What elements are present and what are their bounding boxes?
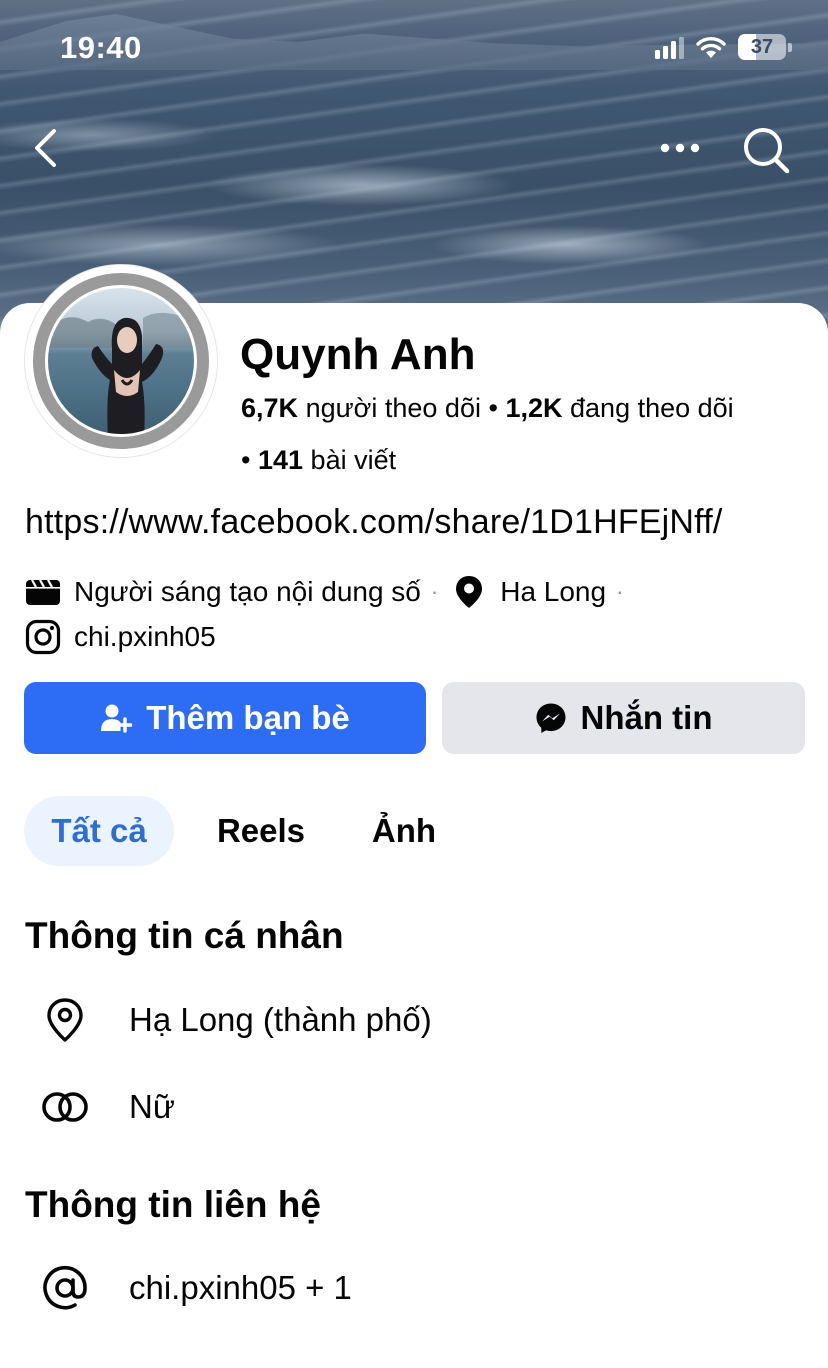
contact-info-title: Thông tin liên hệ bbox=[25, 1184, 321, 1225]
following-label[interactable]: đang theo dõi bbox=[570, 393, 734, 423]
city-text[interactable]: Hạ Long (thành phố) bbox=[129, 1001, 432, 1039]
more-icon[interactable] bbox=[656, 128, 704, 168]
messenger-icon bbox=[536, 703, 565, 733]
contact-instagram-text[interactable]: chi.pxinh05 + 1 bbox=[129, 1269, 352, 1307]
battery-level: 37 bbox=[750, 35, 774, 58]
separator-dot: · bbox=[430, 579, 439, 604]
followers-label[interactable]: người theo dõi bbox=[306, 393, 481, 423]
contact-instagram-row[interactable]: chi.pxinh05 + 1 bbox=[40, 1263, 352, 1313]
add-friend-icon bbox=[101, 704, 133, 733]
city-row[interactable]: Hạ Long (thành phố) bbox=[40, 995, 432, 1045]
stats-separator: • bbox=[241, 445, 258, 475]
separator-dot: · bbox=[616, 579, 624, 604]
clapperboard-icon bbox=[25, 574, 61, 610]
avatar-photo bbox=[48, 288, 194, 434]
tab-all[interactable]: Tất cả bbox=[24, 796, 174, 866]
message-button[interactable]: Nhắn tin bbox=[442, 682, 805, 754]
followers-count[interactable]: 6,7K bbox=[241, 393, 298, 423]
tab-photos[interactable]: Ảnh bbox=[350, 796, 458, 866]
profile-name: Quynh Anh bbox=[240, 330, 476, 379]
at-sign-icon bbox=[40, 1263, 90, 1313]
posts-count: 141 bbox=[257, 445, 304, 475]
instagram-handle[interactable]: chi.pxinh05 bbox=[74, 621, 216, 653]
search-icon[interactable] bbox=[740, 124, 792, 176]
avatar[interactable] bbox=[33, 273, 209, 449]
tab-reels[interactable]: Reels bbox=[196, 796, 326, 866]
back-icon[interactable] bbox=[26, 126, 66, 170]
status-indicators: 37 bbox=[655, 34, 792, 60]
status-time: 19:40 bbox=[60, 30, 142, 65]
location-text[interactable]: Ha Long bbox=[500, 576, 606, 608]
profile-page: 19:40 37 Quynh Anh 6,7K người theo dõi •… bbox=[0, 0, 828, 1368]
add-friend-button[interactable]: Thêm bạn bè bbox=[24, 682, 426, 754]
battery-icon: 37 bbox=[738, 34, 786, 60]
personal-info-title: Thông tin cá nhân bbox=[25, 915, 344, 956]
add-friend-label: Thêm bạn bè bbox=[146, 699, 350, 736]
location-pin-outline-icon bbox=[40, 995, 90, 1045]
category-text: Người sáng tạo nội dung số bbox=[74, 576, 421, 607]
intro-row: Người sáng tạo nội dung số · Ha Long · bbox=[25, 574, 633, 610]
gender-icon bbox=[40, 1082, 90, 1132]
instagram-icon bbox=[25, 619, 61, 655]
posts-stats: • 141 bài viết bbox=[241, 445, 396, 476]
avatar-figure bbox=[48, 312, 194, 434]
gender-text: Nữ bbox=[129, 1088, 175, 1125]
message-label: Nhắn tin bbox=[580, 699, 713, 736]
stats-separator: • bbox=[488, 393, 506, 423]
profile-link[interactable]: https://www.facebook.com/share/1D1HFEjNf… bbox=[25, 503, 723, 542]
gender-row: Nữ bbox=[40, 1082, 175, 1132]
battery-nub bbox=[788, 42, 792, 52]
wifi-icon bbox=[696, 37, 726, 58]
posts-label: bài viết bbox=[310, 445, 397, 475]
follow-stats: 6,7K người theo dõi • 1,2K đang theo dõi bbox=[241, 393, 734, 424]
cellular-signal-icon bbox=[655, 35, 684, 59]
following-count[interactable]: 1,2K bbox=[505, 393, 562, 423]
location-pin-icon bbox=[454, 575, 484, 609]
instagram-row[interactable]: chi.pxinh05 bbox=[25, 619, 216, 655]
